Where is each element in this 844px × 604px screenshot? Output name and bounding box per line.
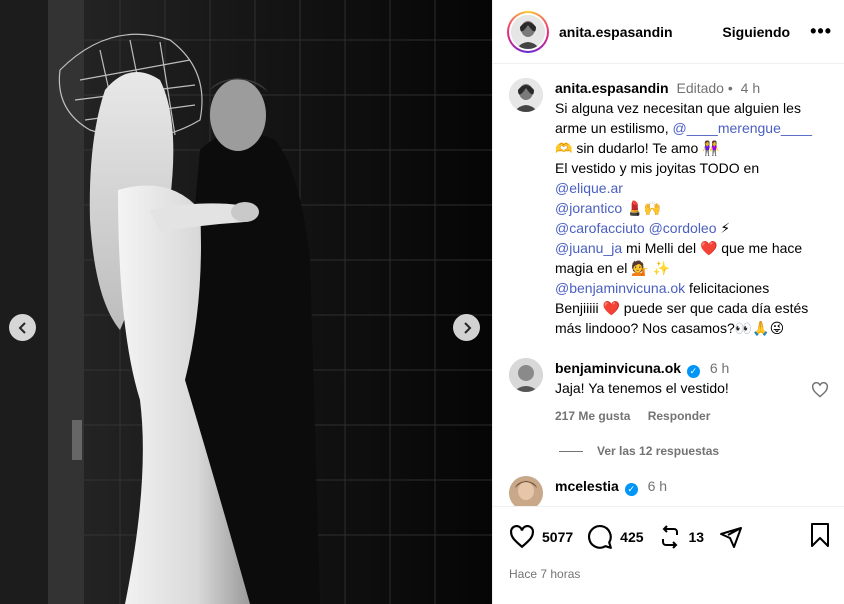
mention-link[interactable]: @elique.ar <box>555 180 623 196</box>
comment-icon <box>588 525 613 549</box>
chevron-left-icon <box>18 321 26 334</box>
likes-count: 5077 <box>542 529 574 545</box>
verified-badge-icon: ✓ <box>624 483 638 496</box>
edited-label: Editado • <box>676 80 733 96</box>
previous-photo-button[interactable] <box>9 314 36 341</box>
comment-like-heart-icon[interactable] <box>811 382 829 398</box>
following-button[interactable]: Siguiendo <box>722 24 790 40</box>
commenter-avatar[interactable] <box>509 358 543 392</box>
comment-item: benjaminvicuna.ok ✓ 6 h Jaja! Ya tenemos… <box>509 358 831 426</box>
caption-line: @elique.ar <box>555 178 812 198</box>
caption-text-segment: Benjiiiii ❤️ puede ser que cada día esté… <box>555 300 809 316</box>
view-replies-label: Ver las 12 respuestas <box>597 444 720 458</box>
caption-line: @jorantico 💄🙌 <box>555 198 812 218</box>
caption-text-segment: 💄🙌 <box>622 200 661 216</box>
comment-time: 6 h <box>709 360 730 376</box>
post-caption: anita.espasandin Editado • 4 h Si alguna… <box>509 78 831 338</box>
mention-link[interactable]: @jorantico <box>555 200 622 216</box>
caption-line: @juanu_ja mi Melli del ❤️ que me hace <box>555 238 812 258</box>
mention-link[interactable]: @benjaminvicuna.ok <box>555 280 685 296</box>
next-photo-button[interactable] <box>453 314 480 341</box>
repost-button[interactable]: 13 <box>658 525 705 549</box>
mention-link[interactable]: @carofacciuto @cordoleo <box>555 220 717 236</box>
reply-button[interactable]: Responder <box>648 409 711 423</box>
caption-text: Si alguna vez necesitan que alguien les a… <box>555 98 812 338</box>
caption-line: Si alguna vez necesitan que alguien les <box>555 98 812 118</box>
caption-time: 4 h <box>740 80 761 96</box>
chevron-right-icon <box>463 321 471 334</box>
post-actions-footer: 5077 425 13 Hace 7 horas <box>493 506 844 604</box>
post-media[interactable] <box>0 0 492 604</box>
comment-likes-count[interactable]: 217 Me gusta <box>555 409 630 423</box>
repost-icon <box>661 525 678 549</box>
post-details-panel: anita.espasandin Siguiendo ••• anita.esp… <box>492 0 844 604</box>
author-avatar[interactable] <box>507 10 549 53</box>
caption-text-segment: arme un estilismo, <box>555 120 673 136</box>
caption-line: más lindooo? Nos casamos?👀🙏😜 <box>555 318 812 338</box>
caption-avatar[interactable] <box>509 78 543 112</box>
commenter-username[interactable]: benjaminvicuna.ok <box>555 360 681 376</box>
comment-button[interactable]: 425 <box>587 524 644 550</box>
author-username[interactable]: anita.espasandin <box>559 24 673 40</box>
mention-link[interactable]: @____merengue____ <box>672 120 812 136</box>
comment-text: Jaja! Ya tenemos el vestido! <box>555 380 729 396</box>
caption-line: @benjaminvicuna.ok felicitaciones <box>555 278 812 298</box>
caption-text-segment: El vestido y mis joyitas TODO en <box>555 160 760 176</box>
post-header: anita.espasandin Siguiendo ••• <box>493 0 844 64</box>
caption-username[interactable]: anita.espasandin <box>555 80 669 96</box>
share-button[interactable] <box>718 525 744 549</box>
comment-time: 6 h <box>647 478 668 494</box>
caption-line: magia en el 💁 ✨ <box>555 258 812 278</box>
caption-text-segment: magia en el 💁 ✨ <box>555 260 671 276</box>
caption-line: @carofacciuto @cordoleo ⚡ <box>555 218 812 238</box>
comments-count: 425 <box>620 529 644 545</box>
verified-badge-icon: ✓ <box>686 365 700 378</box>
bookmark-icon <box>811 522 829 547</box>
more-options-icon[interactable]: ••• <box>810 21 832 42</box>
view-replies-button[interactable]: Ver las 12 respuestas <box>559 444 831 458</box>
caption-line: El vestido y mis joyitas TODO en <box>555 158 812 178</box>
replies-divider <box>559 450 583 452</box>
caption-text-segment: mi Melli del ❤️ que me hace <box>622 240 803 256</box>
commenter-avatar[interactable] <box>509 476 543 506</box>
send-icon <box>720 527 743 548</box>
heart-icon <box>510 525 534 549</box>
caption-text-segment: más lindooo? Nos casamos?👀🙏😜 <box>555 320 785 336</box>
caption-line: arme un estilismo, @____merengue____ <box>555 118 812 138</box>
caption-text-segment: felicitaciones <box>685 280 770 296</box>
post-timestamp: Hace 7 horas <box>509 567 581 581</box>
mention-link[interactable]: @juanu_ja <box>555 240 622 256</box>
caption-line: 🫶 sin dudarlo! Te amo 👭 <box>555 138 812 158</box>
caption-text-segment: Si alguna vez necesitan que alguien les <box>555 100 801 116</box>
caption-text-segment: 🫶 sin dudarlo! Te amo 👭 <box>555 140 720 156</box>
reposts-count: 13 <box>688 529 705 545</box>
comments-section[interactable]: anita.espasandin Editado • 4 h Si alguna… <box>493 64 844 506</box>
post-photo <box>0 0 492 604</box>
caption-text-segment: ⚡ <box>716 220 731 236</box>
comment-item: mcelestia ✓ 6 h <box>509 476 831 506</box>
save-button[interactable] <box>809 522 831 552</box>
caption-line: Benjiiiii ❤️ puede ser que cada día esté… <box>555 298 812 318</box>
commenter-username[interactable]: mcelestia <box>555 478 619 494</box>
like-button[interactable]: 5077 <box>509 525 573 549</box>
